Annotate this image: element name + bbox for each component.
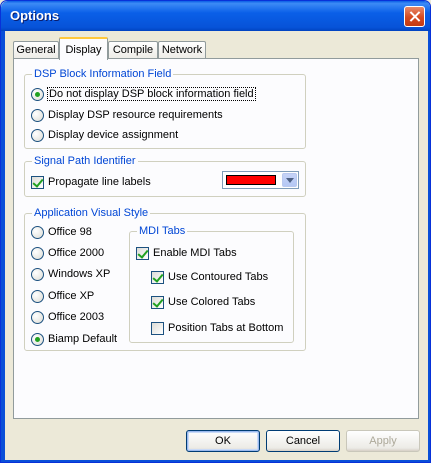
- cancel-button[interactable]: Cancel: [266, 430, 340, 452]
- radio-office-2000[interactable]: Office 2000: [31, 245, 104, 261]
- radio-office-2003[interactable]: Office 2003: [31, 309, 104, 325]
- option-label: Biamp Default: [48, 333, 118, 345]
- radio-device-assignment[interactable]: Display device assignment: [31, 127, 178, 143]
- radio-button[interactable]: [31, 87, 44, 101]
- checkbox-label: Position Tabs at Bottom: [168, 322, 284, 334]
- checkbox-label: Enable MDI Tabs: [153, 247, 237, 259]
- checkbox[interactable]: [151, 295, 164, 309]
- radio-dsp-resources[interactable]: Display DSP resource requirements: [31, 107, 223, 123]
- propagate-labels-checkbox[interactable]: Propagate line labels: [31, 174, 151, 190]
- group-label: DSP Block Information Field: [32, 68, 174, 80]
- tab-general[interactable]: General: [13, 41, 59, 59]
- radio-office-98[interactable]: Office 98: [31, 224, 92, 240]
- tab-label: Network: [161, 44, 203, 56]
- radio-button[interactable]: [31, 108, 44, 122]
- tab-network[interactable]: Network: [158, 41, 206, 59]
- group-label: Application Visual Style: [32, 207, 151, 219]
- radio-office-xp[interactable]: Office XP: [31, 288, 94, 304]
- display-tab-panel: DSP Block Information Field Do not displ…: [13, 58, 419, 419]
- window-title: Options: [10, 8, 60, 23]
- tabs-at-bottom-checkbox[interactable]: Position Tabs at Bottom: [151, 320, 283, 336]
- tab-label: Display: [65, 44, 102, 56]
- checkbox[interactable]: [31, 175, 44, 189]
- option-label: Display DSP resource requirements: [48, 109, 223, 121]
- checkbox[interactable]: [151, 270, 164, 284]
- group-label: Signal Path Identifier: [32, 155, 138, 167]
- radio-button[interactable]: [31, 332, 44, 346]
- checkbox-label: Use Colored Tabs: [168, 296, 256, 308]
- mdi-tabs-group: MDI Tabs Enable MDI Tabs Use Contoured T…: [129, 225, 294, 343]
- tab-label: Compile: [112, 44, 154, 56]
- tab-display[interactable]: Display: [59, 37, 108, 60]
- radio-button[interactable]: [31, 225, 44, 239]
- checkbox-label: Use Contoured Tabs: [168, 271, 269, 283]
- chevron-down-icon[interactable]: [282, 173, 297, 187]
- apply-button: Apply: [346, 430, 420, 452]
- option-label: Office 98: [48, 226, 92, 238]
- option-label: Display device assignment: [48, 129, 179, 141]
- radio-button[interactable]: [31, 246, 44, 260]
- group-label: MDI Tabs: [137, 225, 188, 237]
- dsp-block-group: DSP Block Information Field Do not displ…: [24, 68, 306, 149]
- radio-button[interactable]: [31, 267, 44, 281]
- options-dialog: Options General Display Compile Network …: [0, 0, 431, 463]
- ok-button[interactable]: OK: [186, 430, 260, 452]
- option-label: Office XP: [48, 290, 95, 302]
- visual-style-group: Application Visual Style Office 98 Offic…: [24, 207, 306, 351]
- radio-no-dsp-info[interactable]: Do not display DSP block information fie…: [31, 86, 256, 102]
- radio-windows-xp[interactable]: Windows XP: [31, 266, 110, 282]
- radio-button[interactable]: [31, 310, 44, 324]
- checkbox[interactable]: [136, 246, 149, 260]
- option-label: Office 2000: [48, 247, 105, 259]
- color-swatch: [226, 175, 276, 185]
- tab-label: General: [16, 44, 56, 56]
- window-frame-left: [1, 31, 5, 462]
- radio-button[interactable]: [31, 128, 44, 142]
- option-label: Office 2003: [48, 311, 105, 323]
- enable-mdi-tabs-checkbox[interactable]: Enable MDI Tabs: [136, 245, 237, 261]
- option-label: Windows XP: [48, 268, 111, 280]
- option-label: Do not display DSP block information fie…: [47, 87, 256, 101]
- line-color-picker[interactable]: [222, 171, 299, 189]
- close-icon[interactable]: [404, 6, 425, 27]
- title-bar[interactable]: Options: [1, 1, 430, 31]
- tab-compile[interactable]: Compile: [108, 41, 158, 59]
- colored-tabs-checkbox[interactable]: Use Colored Tabs: [151, 294, 255, 310]
- radio-biamp-default[interactable]: Biamp Default: [31, 331, 117, 347]
- radio-button[interactable]: [31, 289, 44, 303]
- checkbox[interactable]: [151, 321, 164, 335]
- checkbox-label: Propagate line labels: [48, 176, 151, 188]
- contoured-tabs-checkbox[interactable]: Use Contoured Tabs: [151, 269, 268, 285]
